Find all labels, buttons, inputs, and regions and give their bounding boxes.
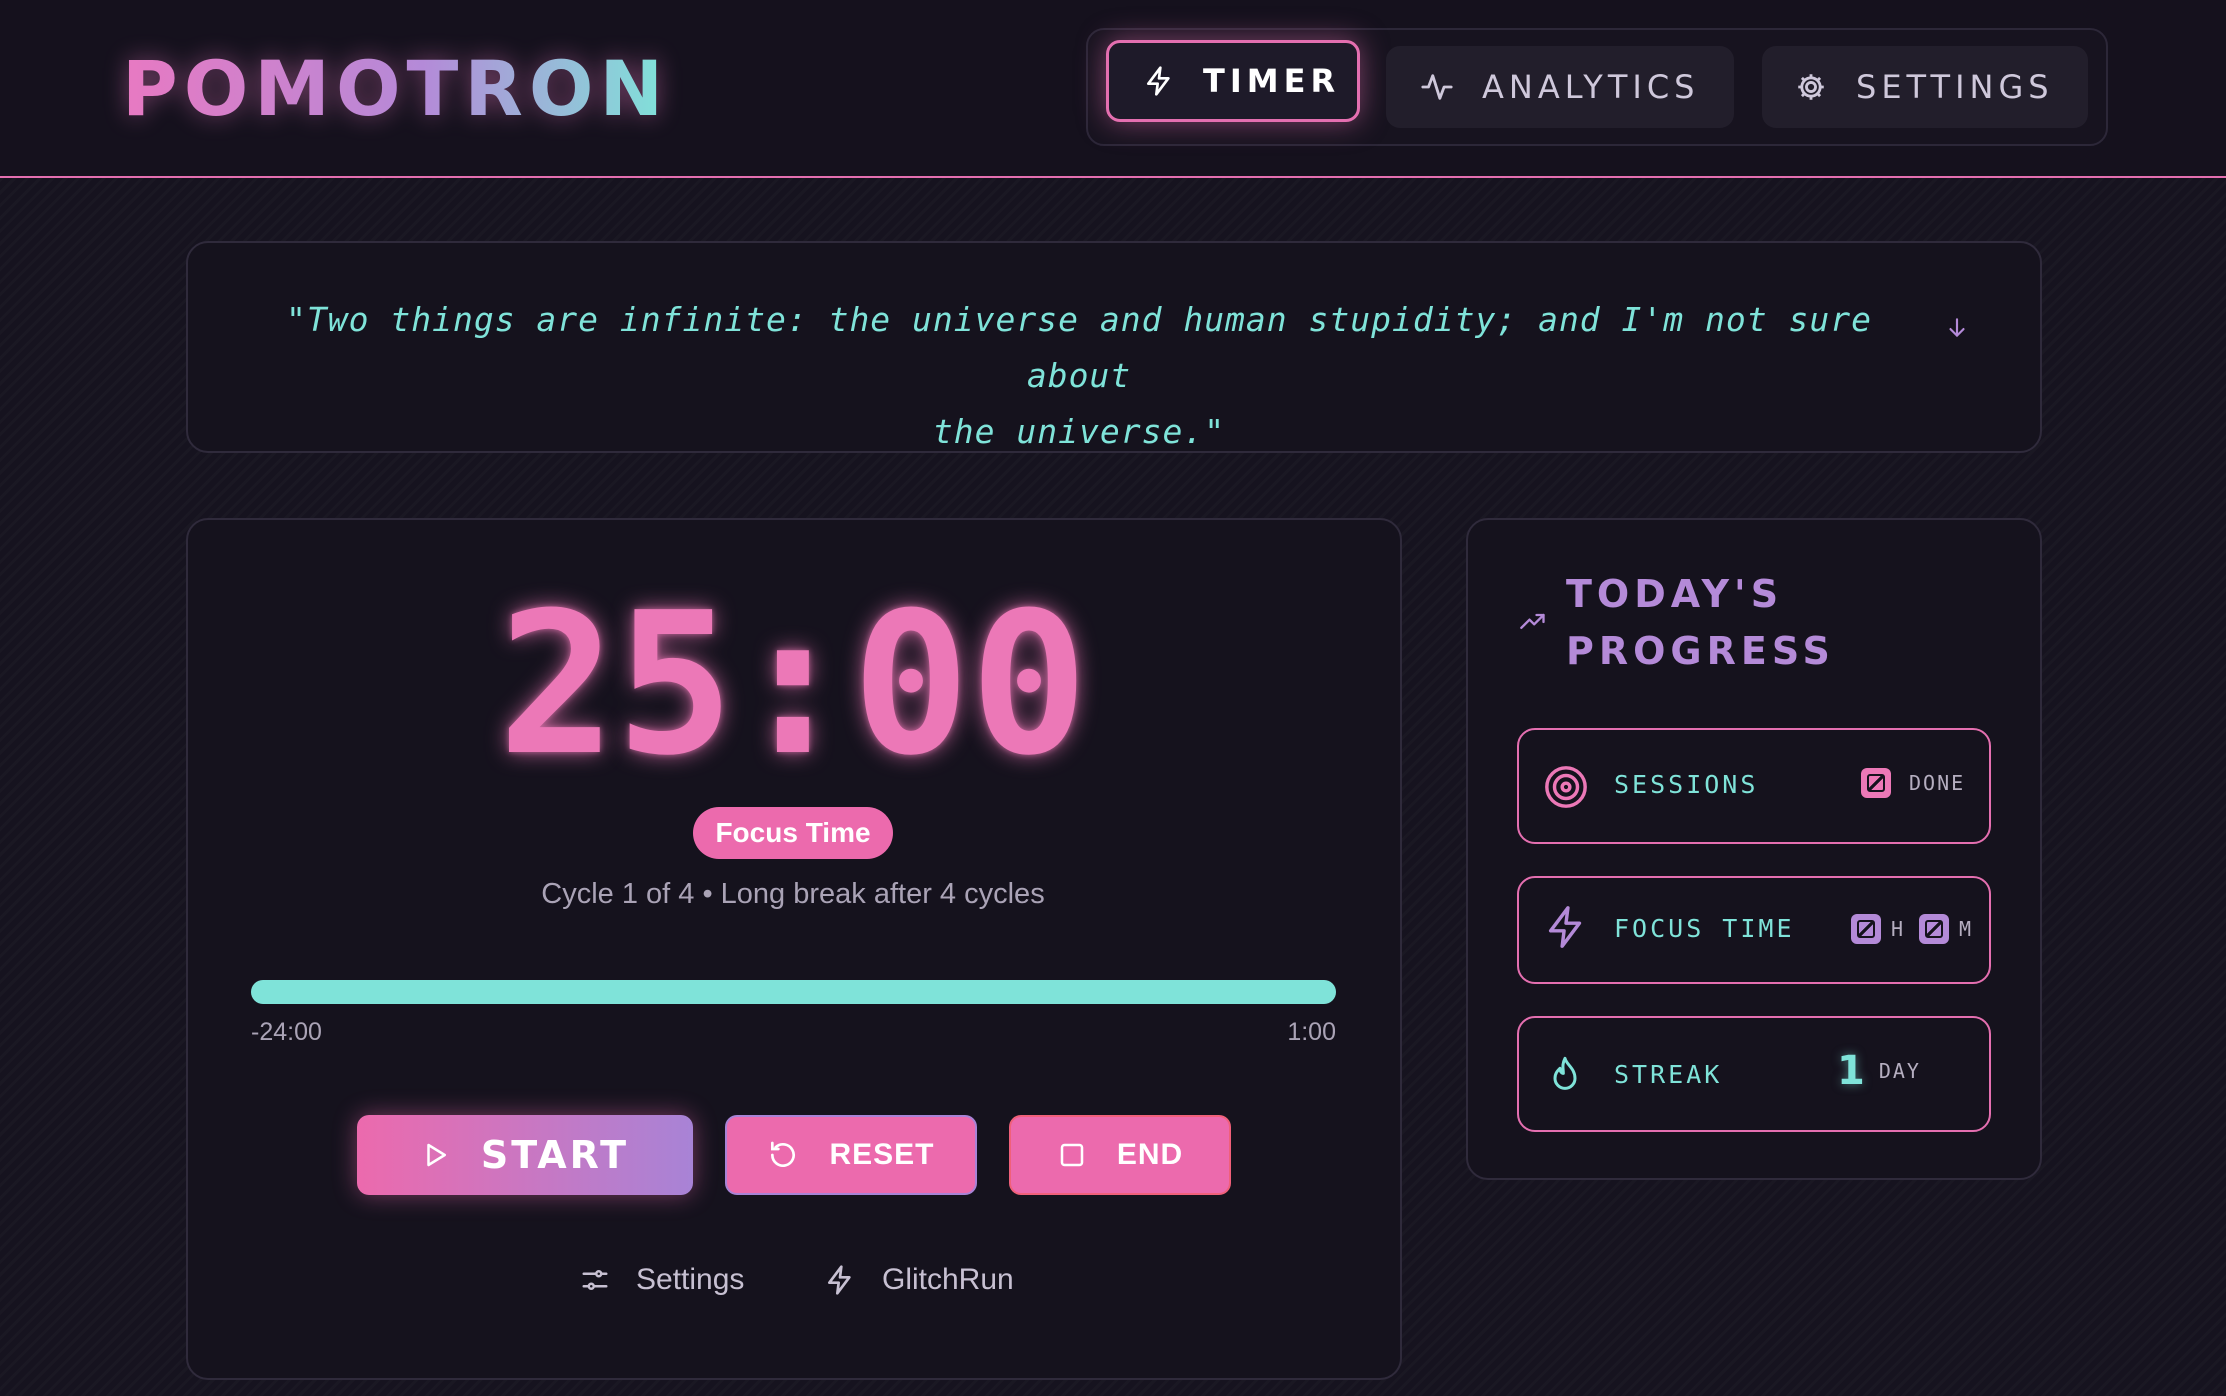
tab-timer[interactable]: TIMER: [1106, 40, 1360, 122]
sessions-value: DONE: [1861, 768, 1965, 798]
elapsed-label: -24:00: [251, 1018, 322, 1046]
streak-unit: DAY: [1878, 1059, 1921, 1083]
timer-display: 25:00: [497, 571, 1088, 799]
sliders-icon: [582, 1270, 608, 1290]
main-nav: TIMER ANALYTICS SETTINGS: [1086, 28, 2108, 146]
activity-icon: [1421, 74, 1453, 100]
streak-value: 1 DAY: [1837, 1048, 1921, 1094]
end-button[interactable]: END: [1009, 1115, 1231, 1195]
flame-icon: [1553, 1056, 1577, 1090]
tab-analytics[interactable]: ANALYTICS: [1386, 46, 1734, 128]
mode-badge: Focus Time: [693, 807, 893, 859]
focus-time-value: H M: [1851, 914, 1973, 944]
stat-streak: STREAK 1 DAY: [1517, 1016, 1991, 1132]
quote-text: "Two things are infinite: the universe a…: [264, 292, 1894, 460]
total-label: 1:00: [1287, 1018, 1336, 1046]
trending-up-icon: [1520, 613, 1545, 629]
arrow-down-icon[interactable]: [1944, 313, 1970, 343]
progress-fill: [251, 980, 1336, 1004]
start-label: START: [480, 1133, 630, 1177]
quote-line-2: the universe.": [932, 412, 1226, 451]
focus-hours-unit: H: [1891, 917, 1906, 941]
top-bar: POMOTRON TIMER ANALYTICS SETTINGS: [0, 0, 2226, 178]
start-button[interactable]: START: [357, 1115, 693, 1195]
gear-icon: [1798, 74, 1824, 100]
progress-title-line-2: PROGRESS: [1566, 629, 1835, 673]
tab-settings-label: SETTINGS: [1856, 68, 2054, 106]
glitchrun-link-label: GlitchRun: [882, 1263, 1014, 1296]
placeholder-value-icon: [1919, 914, 1950, 944]
reset-label: RESET: [829, 1138, 935, 1171]
app-logo: POMOTRON: [122, 44, 670, 133]
progress-track: [251, 980, 1336, 1004]
tab-settings[interactable]: SETTINGS: [1762, 46, 2088, 128]
quote-line-1: "Two things are infinite: the universe a…: [286, 300, 1872, 395]
streak-number: 1: [1837, 1048, 1865, 1094]
cycle-info: Cycle 1 of 4 • Long break after 4 cycles: [541, 878, 1045, 910]
bolt-icon: [1147, 66, 1170, 96]
play-icon: [427, 1143, 446, 1167]
stop-icon: [1060, 1143, 1084, 1167]
tab-analytics-label: ANALYTICS: [1482, 68, 1700, 106]
focus-time-label: FOCUS TIME: [1614, 914, 1795, 943]
progress-title-line-1: TODAY'S: [1566, 572, 1784, 616]
streak-label: STREAK: [1614, 1060, 1723, 1089]
settings-link[interactable]: Settings: [580, 1258, 744, 1302]
end-label: END: [1116, 1138, 1184, 1171]
glitchrun-link[interactable]: GlitchRun: [824, 1258, 1014, 1302]
target-icon: [1545, 766, 1587, 808]
progress-title: TODAY'S PROGRESS: [1566, 566, 1835, 680]
settings-link-label: Settings: [636, 1263, 745, 1296]
sessions-label: SESSIONS: [1614, 770, 1759, 799]
sessions-unit: DONE: [1909, 771, 1966, 795]
bolt-icon: [1548, 906, 1582, 948]
bolt-icon: [828, 1265, 851, 1295]
placeholder-value-icon: [1851, 914, 1881, 944]
stat-sessions: SESSIONS DONE: [1517, 728, 1991, 844]
placeholder-value-icon: [1861, 768, 1891, 798]
stat-focus-time: FOCUS TIME H M: [1517, 876, 1991, 984]
reset-button[interactable]: RESET: [725, 1115, 977, 1195]
reset-icon: [771, 1141, 796, 1167]
focus-minutes-unit: M: [1959, 917, 1974, 941]
tab-timer-label: TIMER: [1203, 62, 1341, 100]
